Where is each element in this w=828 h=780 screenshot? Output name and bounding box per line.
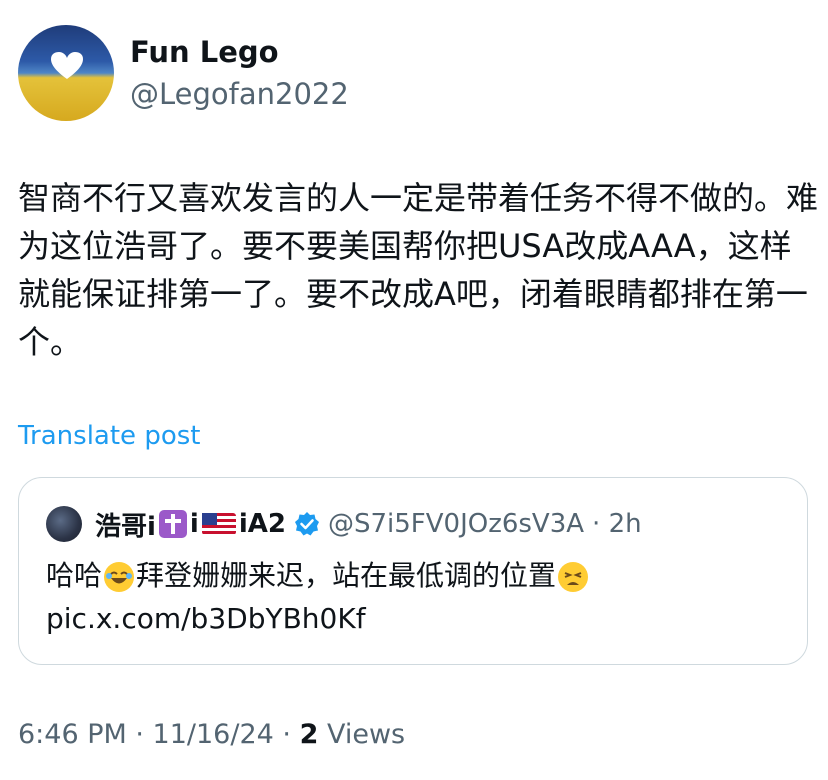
quoted-author-avatar[interactable] <box>46 506 82 542</box>
author-name[interactable]: Fun Lego <box>130 34 279 70</box>
us-flag-emoji-icon <box>201 513 236 535</box>
quoted-author-name-part[interactable]: i <box>190 509 199 539</box>
author-avatar[interactable] <box>18 25 114 121</box>
tweet-meta: 6:46 PM · 11/16/24 · 2 Views <box>18 717 405 753</box>
verified-badge-icon <box>294 512 319 536</box>
laughing-emoji-icon <box>104 562 135 592</box>
author-handle[interactable]: @Legofan2022 <box>130 76 349 112</box>
quoted-tweet-text: 哈哈 拜登姗姗来迟，站在最低调的位置 <box>46 558 590 594</box>
quoted-author-name-part[interactable]: iA2 <box>239 509 286 539</box>
quoted-tweet-time[interactable]: · 2h <box>592 509 642 539</box>
quoted-tweet-header: 浩哥i i iA2 @S7i5FV0JOz6sV3A · 2h <box>95 506 642 542</box>
quoted-author-name-part[interactable]: 浩哥i <box>95 506 156 543</box>
tweet-text: 智商不行又喜欢发言的人一定是带着任务不得不做的。难为这位浩哥了。要不要美国帮你把… <box>18 179 819 361</box>
quoted-author-handle[interactable]: @S7i5FV0JOz6sV3A <box>328 509 584 539</box>
quoted-tweet-card[interactable]: 浩哥i i iA2 @S7i5FV0JOz6sV3A · 2h 哈哈 拜登姗姗来… <box>18 477 808 665</box>
views-label: Views <box>326 719 406 750</box>
quoted-text-part: 哈哈 <box>46 559 103 592</box>
tweet-date[interactable]: · 11/16/24 · <box>135 719 291 750</box>
translate-post-link[interactable]: Translate post <box>18 420 200 452</box>
cross-emoji-icon <box>158 510 187 538</box>
heart-cloud-icon <box>51 52 83 79</box>
weary-emoji-icon <box>558 562 589 592</box>
tweet-time[interactable]: 6:46 PM <box>18 719 127 750</box>
quoted-text-part: 拜登姗姗来迟，站在最低调的位置 <box>136 559 557 592</box>
quoted-media-link[interactable]: pic.x.com/b3DbYBh0Kf <box>46 601 366 637</box>
views-count: 2 <box>299 719 319 750</box>
